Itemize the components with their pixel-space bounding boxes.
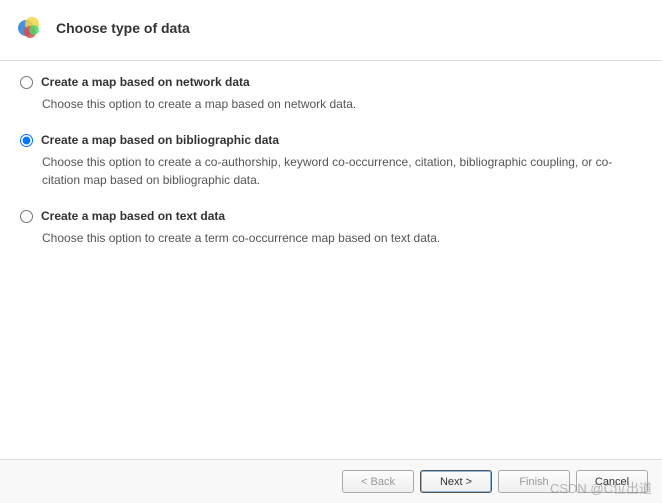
desc-bibliographic: Choose this option to create a co-author… xyxy=(42,153,642,189)
page-title: Choose type of data xyxy=(56,20,190,36)
option-network: Create a map based on network data Choos… xyxy=(20,75,642,113)
radio-text[interactable] xyxy=(20,210,33,223)
label-text[interactable]: Create a map based on text data xyxy=(41,209,225,223)
next-button[interactable]: Next > xyxy=(420,470,492,493)
wizard-footer: < Back Next > Finish Cancel xyxy=(0,459,662,503)
wizard-icon xyxy=(16,14,44,42)
cancel-button[interactable]: Cancel xyxy=(576,470,648,493)
radio-bibliographic[interactable] xyxy=(20,134,33,147)
option-text: Create a map based on text data Choose t… xyxy=(20,209,642,247)
option-bibliographic: Create a map based on bibliographic data… xyxy=(20,133,642,189)
wizard-header: Choose type of data xyxy=(0,0,662,61)
finish-button[interactable]: Finish xyxy=(498,470,570,493)
desc-text: Choose this option to create a term co-o… xyxy=(42,229,642,247)
label-network[interactable]: Create a map based on network data xyxy=(41,75,250,89)
label-bibliographic[interactable]: Create a map based on bibliographic data xyxy=(41,133,279,147)
desc-network: Choose this option to create a map based… xyxy=(42,95,642,113)
back-button[interactable]: < Back xyxy=(342,470,414,493)
options-content: Create a map based on network data Choos… xyxy=(0,61,662,459)
radio-network[interactable] xyxy=(20,76,33,89)
